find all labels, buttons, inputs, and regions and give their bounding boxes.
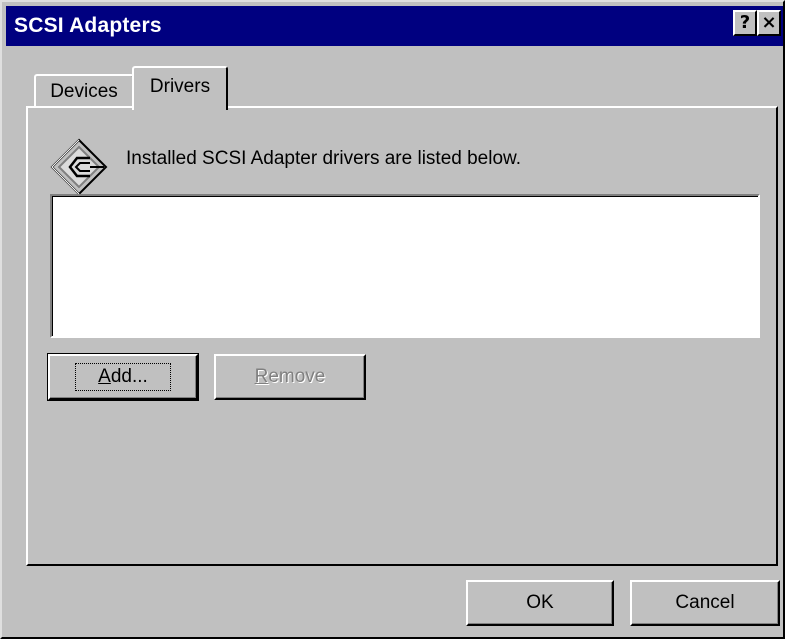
remove-button[interactable]: Remove bbox=[214, 354, 366, 400]
cancel-button[interactable]: Cancel bbox=[630, 580, 780, 626]
close-button[interactable]: × bbox=[757, 10, 781, 36]
scsi-connector-icon bbox=[50, 138, 108, 196]
question-mark-icon: ? bbox=[739, 12, 751, 33]
add-label-rest: dd... bbox=[110, 366, 148, 387]
tab-drivers[interactable]: Drivers bbox=[132, 66, 228, 110]
remove-label-rest: emove bbox=[268, 366, 326, 387]
panel-description: Installed SCSI Adapter drivers are liste… bbox=[126, 148, 521, 169]
drivers-listbox[interactable] bbox=[50, 194, 760, 338]
add-button-label: Add... bbox=[75, 363, 171, 391]
remove-mnemonic: R bbox=[254, 366, 269, 387]
title-bar[interactable]: SCSI Adapters ? × bbox=[6, 6, 783, 46]
ok-button[interactable]: OK bbox=[466, 580, 614, 626]
remove-button-label: Remove bbox=[255, 366, 326, 388]
scsi-adapters-dialog: SCSI Adapters ? × Devices Drivers Instal… bbox=[0, 0, 785, 639]
tab-devices[interactable]: Devices bbox=[34, 74, 134, 108]
window-title: SCSI Adapters bbox=[14, 14, 162, 37]
help-button[interactable]: ? bbox=[733, 10, 757, 36]
close-icon: × bbox=[761, 12, 777, 33]
add-mnemonic: A bbox=[98, 366, 111, 387]
drivers-tab-panel: Installed SCSI Adapter drivers are liste… bbox=[26, 106, 778, 566]
add-button[interactable]: Add... bbox=[47, 353, 199, 401]
